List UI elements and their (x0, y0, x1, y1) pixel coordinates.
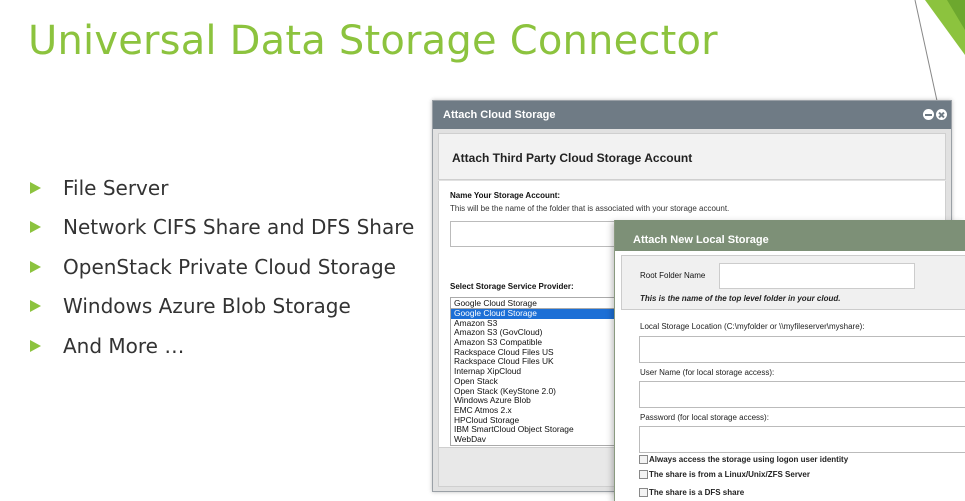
provider-option[interactable]: Rackspace Cloud Files US (451, 348, 614, 358)
provider-option[interactable]: HPCloud Storage (451, 416, 614, 426)
location-label: Local Storage Location (C:\myfolder or \… (640, 322, 865, 331)
checkbox-label: Always access the storage using logon us… (649, 455, 849, 464)
provider-option[interactable]: Amazon S3 (GovCloud) (451, 328, 614, 338)
minimize-icon[interactable] (923, 109, 934, 120)
checkbox-row[interactable]: Always access the storage using logon us… (639, 455, 848, 464)
root-folder-input[interactable] (719, 263, 915, 289)
bullet-arrow-icon (30, 260, 41, 273)
bullet-text: OpenStack Private Cloud Storage (63, 254, 396, 279)
location-input[interactable] (639, 336, 965, 363)
bullet-text: Network CIFS Share and DFS Share (63, 215, 415, 240)
root-folder-panel: Root Folder Name This is the name of the… (621, 255, 965, 310)
dfs-share-checkbox[interactable] (639, 488, 648, 497)
provider-option[interactable]: Amazon S3 Compatible (451, 338, 614, 348)
bullet-list: File Server Network CIFS Share and DFS S… (30, 168, 414, 366)
dialog-title: Attach New Local Storage (633, 234, 769, 246)
provider-label: Select Storage Service Provider: (450, 282, 574, 291)
provider-select[interactable]: Google Cloud Storage (450, 297, 615, 309)
provider-option[interactable]: Google Cloud Storage (451, 309, 614, 319)
attach-local-storage-dialog: Attach New Local Storage Root Folder Nam… (614, 220, 965, 501)
provider-option[interactable]: WebDav (451, 435, 614, 445)
bullet-item: Network CIFS Share and DFS Share (30, 208, 414, 248)
provider-option[interactable]: Amazon S3 (451, 319, 614, 329)
provider-option[interactable]: EMC Atmos 2.x (451, 406, 614, 416)
bullet-arrow-icon (30, 300, 41, 313)
checkbox-label: The share is a DFS share (649, 488, 745, 497)
bullet-item: OpenStack Private Cloud Storage (30, 247, 414, 287)
dialog-heading: Attach Third Party Cloud Storage Account (452, 151, 693, 165)
dialog-titlebar[interactable]: Attach Cloud Storage (433, 101, 951, 129)
root-folder-help: This is the name of the top level folder… (640, 294, 841, 303)
provider-option[interactable]: Windows Azure Blob (451, 396, 614, 406)
username-input[interactable] (639, 381, 965, 408)
bullet-text: File Server (63, 175, 169, 200)
corner-decoration (914, 0, 965, 110)
root-folder-label: Root Folder Name (640, 271, 706, 280)
provider-option[interactable]: Rackspace Cloud Files UK (451, 357, 614, 367)
dialog-controls (923, 109, 947, 120)
bullet-arrow-icon (30, 221, 41, 234)
bullet-arrow-icon (30, 339, 41, 352)
provider-option[interactable]: Open Stack (KeyStone 2.0) (451, 387, 614, 397)
bullet-item: And More … (30, 326, 414, 366)
checkbox-label: The share is from a Linux/Unix/ZFS Serve… (649, 470, 810, 479)
provider-option[interactable]: IBM SmartCloud Object Storage (451, 425, 614, 435)
close-icon[interactable] (936, 109, 947, 120)
account-name-label: Name Your Storage Account: (450, 191, 561, 200)
password-label: Password (for local storage access): (640, 413, 769, 422)
linux-share-checkbox[interactable] (639, 470, 648, 479)
provider-option[interactable]: Open Stack (451, 377, 614, 387)
slide-title: Universal Data Storage Connector (28, 18, 718, 64)
bullet-text: Windows Azure Blob Storage (63, 294, 351, 319)
bullet-item: Windows Azure Blob Storage (30, 287, 414, 327)
dialog-titlebar[interactable]: Attach New Local Storage (615, 220, 965, 251)
dialog-header: Attach Third Party Cloud Storage Account (438, 133, 946, 180)
bullet-item: File Server (30, 168, 414, 208)
password-input[interactable] (639, 426, 965, 453)
provider-option[interactable]: Internap XipCloud (451, 367, 614, 377)
bullet-arrow-icon (30, 181, 41, 194)
checkbox-row[interactable]: The share is a DFS share (639, 488, 744, 497)
logon-identity-checkbox[interactable] (639, 455, 648, 464)
username-label: User Name (for local storage access): (640, 368, 775, 377)
dialog-title: Attach Cloud Storage (443, 109, 556, 121)
provider-options-list[interactable]: Google Cloud Storage Amazon S3 Amazon S3… (450, 309, 615, 446)
checkbox-row[interactable]: The share is from a Linux/Unix/ZFS Serve… (639, 470, 810, 479)
account-name-help: This will be the name of the folder that… (450, 204, 730, 213)
bullet-text: And More … (63, 333, 185, 358)
